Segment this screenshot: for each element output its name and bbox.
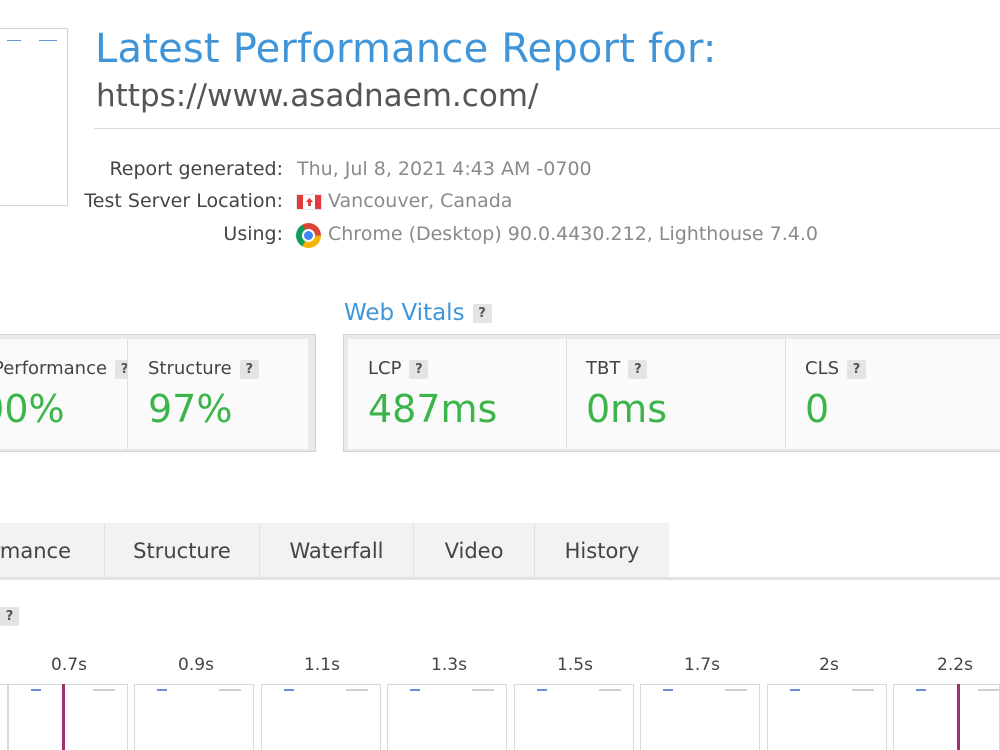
meta-value: Vancouver, Canada <box>328 190 513 212</box>
vital-label: LCP? <box>368 358 429 379</box>
filmstrip-frame[interactable] <box>640 684 760 750</box>
help-icon[interactable]: ? <box>628 359 648 379</box>
help-icon[interactable]: ? <box>0 607 19 626</box>
grade-label: Performance? <box>0 358 127 379</box>
help-icon[interactable]: ? <box>409 359 429 379</box>
report-url[interactable]: https://www.asadnaem.com/ <box>96 78 538 114</box>
web-vitals-title: Web Vitals? <box>344 300 492 326</box>
grade-value: 100% <box>0 387 65 431</box>
filmstrip-frame[interactable] <box>893 684 1000 750</box>
filmstrip-time-label: 1.7s <box>684 655 720 675</box>
filmstrip-frame[interactable] <box>0 684 8 750</box>
meta-label: Report generated: <box>109 158 283 180</box>
thumbnail-line <box>39 40 57 41</box>
meta-label: Test Server Location: <box>84 190 283 212</box>
tab-video[interactable]: Video <box>414 523 535 579</box>
tab-history[interactable]: History <box>535 523 669 579</box>
help-icon[interactable]: ? <box>847 359 867 379</box>
vital-label: TBT? <box>586 358 648 379</box>
web-vitals-label[interactable]: Web Vitals <box>344 300 465 326</box>
vital-cls: CLS? 0 <box>786 339 1000 449</box>
meta-row-using: Using: Chrome (Desktop) 90.0.4430.212, L… <box>0 223 1000 251</box>
vital-lcp: LCP? 487ms <box>348 339 567 449</box>
grade-performance: Performance? 100% <box>0 339 128 449</box>
filmstrip-frame[interactable] <box>387 684 507 750</box>
vital-tbt: TBT? 0ms <box>567 339 786 449</box>
meta-value: Thu, Jul 8, 2021 4:43 AM -0700 <box>297 158 592 180</box>
filmstrip-time-label: 1.1s <box>304 655 340 675</box>
vital-label: CLS? <box>805 358 867 379</box>
filmstrip-event-marker <box>62 684 65 750</box>
meta-label: Using: <box>223 223 283 245</box>
filmstrip-time-label: 1.3s <box>431 655 467 675</box>
thumbnail-line <box>7 40 21 41</box>
filmstrip-frame[interactable] <box>8 684 128 750</box>
grade-structure: Structure? 97% <box>128 339 308 449</box>
vital-value: 0ms <box>586 387 667 431</box>
tabs-underline <box>0 577 1000 580</box>
meta-row-server-location: Test Server Location: Vancouver, Canada <box>0 190 1000 216</box>
grade-label: Structure? <box>148 358 259 379</box>
help-icon[interactable]: ? <box>472 304 492 323</box>
meta-row-report-generated: Report generated: Thu, Jul 8, 2021 4:43 … <box>0 158 1000 184</box>
filmstrip-event-marker <box>957 684 960 750</box>
page-title: Latest Performance Report for: <box>95 26 717 72</box>
vital-value: 0 <box>805 387 830 431</box>
filmstrip-time-label: 2.2s <box>937 655 973 675</box>
report-page: Latest Performance Report for: https://w… <box>0 0 1000 750</box>
filmstrip-time-label: 2s <box>819 655 839 675</box>
help-icon[interactable]: ? <box>239 359 259 379</box>
grade-value: 97% <box>148 387 233 431</box>
tab-structure[interactable]: Structure <box>105 523 260 579</box>
filmstrip-frame[interactable] <box>514 684 634 750</box>
filmstrip-time-label: 1.5s <box>557 655 593 675</box>
tab-waterfall[interactable]: Waterfall <box>260 523 414 579</box>
help-icon[interactable]: ? <box>115 359 127 379</box>
web-vitals-panel: LCP? 487ms TBT? 0ms CLS? 0 <box>343 334 1000 452</box>
report-tabs: Performance Structure Waterfall Video Hi… <box>0 523 1000 579</box>
tab-performance[interactable]: Performance <box>0 523 105 579</box>
filmstrip-time-label: 0.7s <box>51 655 87 675</box>
meta-value: Chrome (Desktop) 90.0.4430.212, Lighthou… <box>328 223 818 245</box>
header-divider <box>94 128 1000 129</box>
chrome-icon <box>296 223 321 248</box>
filmstrip-frame[interactable] <box>134 684 254 750</box>
vital-value: 487ms <box>368 387 498 431</box>
filmstrip-frame[interactable] <box>261 684 381 750</box>
canada-flag-icon <box>296 194 322 210</box>
gtmetrix-grades-panel: Performance? 100% Structure? 97% <box>0 334 316 452</box>
filmstrip-frame[interactable] <box>767 684 887 750</box>
filmstrip-time-label: 0.9s <box>178 655 214 675</box>
